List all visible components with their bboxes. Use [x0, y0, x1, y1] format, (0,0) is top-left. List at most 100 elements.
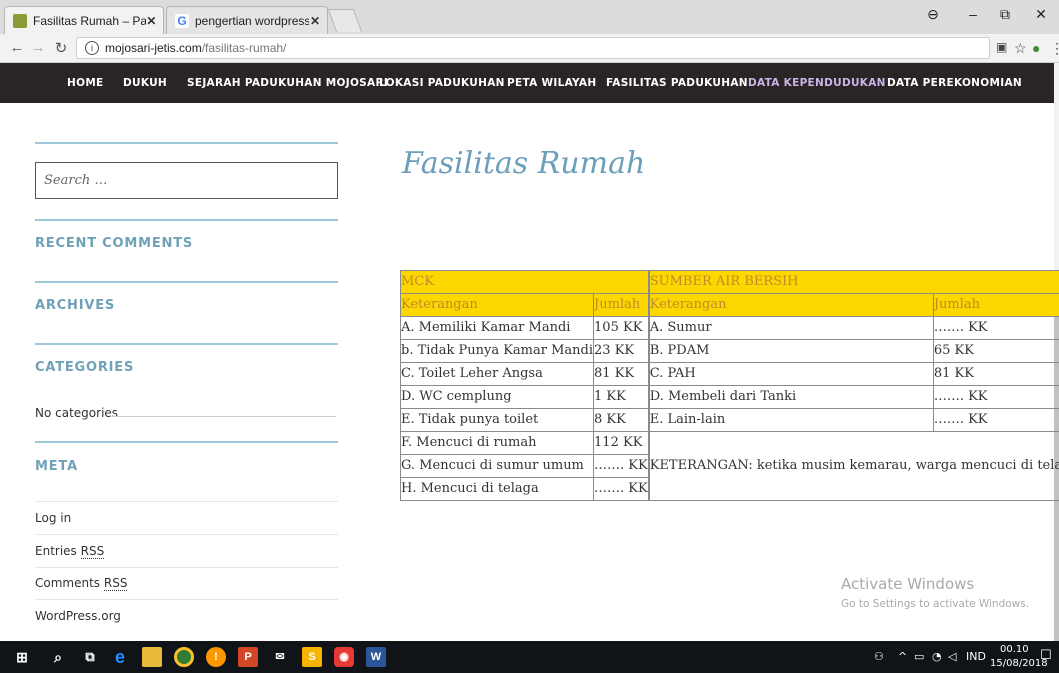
- back-arrow-icon[interactable]: ←: [8, 39, 26, 56]
- rss-abbr: RSS: [80, 544, 105, 559]
- people-icon[interactable]: ⚇: [874, 650, 884, 663]
- nav-data-kependudukan[interactable]: DATA KEPENDUDUKAN: [748, 77, 886, 89]
- table-row: C. Toilet Leher Angsa 81 KK C. PAH 81 KK: [399, 362, 1059, 386]
- comments-rss-link[interactable]: Comments RSS: [35, 576, 128, 591]
- task-view-icon[interactable]: ⧉: [80, 647, 100, 667]
- air-jml: ……. KK: [932, 408, 1059, 432]
- entries-rss-label: Entries: [35, 544, 81, 558]
- clock-date[interactable]: 15/08/2018: [990, 658, 1048, 669]
- url-input[interactable]: i mojosari-jetis.com/fasilitas-rumah/: [76, 37, 990, 59]
- table-row: b. Tidak Punya Kamar Mandi 23 KK B. PDAM…: [399, 339, 1059, 363]
- divider: [35, 534, 338, 535]
- new-tab-button[interactable]: [327, 9, 363, 32]
- activate-windows-title: Activate Windows: [841, 575, 975, 593]
- mck-ket: E. Tidak punya toilet: [399, 408, 595, 432]
- categories-heading: CATEGORIES: [35, 360, 135, 375]
- facility-table: MCK SUMBER AIR BERSIH Keterangan Jumlah …: [399, 270, 1059, 501]
- edge-browser-icon[interactable]: e: [110, 647, 130, 667]
- address-bar-row: ← → ↻ i mojosari-jetis.com/fasilitas-rum…: [0, 34, 1059, 63]
- site-navigation: HOME DUKUH SEJARAH PADUKUHAN MOJOSARI LO…: [0, 63, 1054, 103]
- mck-jml: 1 KK: [593, 385, 649, 409]
- login-link[interactable]: Log in: [35, 511, 71, 525]
- divider: [35, 343, 338, 345]
- menu-kebab-icon[interactable]: ⋮: [1050, 40, 1059, 57]
- info-icon[interactable]: i: [85, 41, 99, 55]
- wifi-icon[interactable]: ◔: [932, 650, 942, 663]
- sublime-icon[interactable]: S: [302, 647, 322, 667]
- tab-pengertian-wordpress[interactable]: G pengertian wordpress - P ✕: [166, 6, 328, 34]
- search-input[interactable]: Search …: [35, 162, 338, 199]
- table-row: A. Memiliki Kamar Mandi 105 KK A. Sumur …: [399, 316, 1059, 340]
- divider: [35, 219, 338, 221]
- reload-icon[interactable]: ↻: [52, 39, 70, 57]
- nav-dukuh[interactable]: DUKUH: [123, 77, 167, 89]
- no-categories-text: No categories: [35, 406, 119, 420]
- keterangan-note: KETERANGAN: ketika musim kemarau, warga …: [648, 431, 1059, 501]
- close-window-button[interactable]: ✕: [1026, 6, 1056, 23]
- close-tab-icon[interactable]: ✕: [309, 14, 321, 28]
- air-jml: ……. KK: [932, 316, 1059, 340]
- tab-fasilitas-rumah[interactable]: Fasilitas Rumah – Paduku ✕: [4, 6, 164, 34]
- archives-heading: ARCHIVES: [35, 298, 116, 313]
- notification-icon[interactable]: ☐: [1040, 648, 1052, 663]
- wordpress-org-link[interactable]: WordPress.org: [35, 609, 121, 623]
- mck-jml: 112 KK: [593, 431, 649, 455]
- mck-jml: ……. KK: [593, 454, 649, 478]
- air-ket: B. PDAM: [648, 339, 934, 363]
- table-row: Keterangan Jumlah Keterangan Jumlah: [399, 293, 1059, 501]
- google-icon: G: [175, 13, 189, 28]
- mck-jml: 23 KK: [593, 339, 649, 363]
- divider: [110, 416, 336, 417]
- divider: [35, 441, 338, 443]
- rss-abbr: RSS: [103, 576, 128, 591]
- close-tab-icon[interactable]: ✕: [146, 14, 157, 28]
- table-row: E. Tidak punya toilet 8 KK E. Lain-lain …: [399, 408, 1059, 432]
- mck-title-cell: MCK: [400, 270, 649, 294]
- chevron-up-icon[interactable]: ^: [898, 650, 907, 663]
- forward-arrow-icon[interactable]: →: [29, 39, 47, 56]
- page-title: Fasilitas Rumah: [402, 146, 646, 181]
- maximize-button[interactable]: ⧉: [990, 6, 1020, 23]
- meta-heading: META: [35, 459, 78, 474]
- volume-icon[interactable]: ◁: [948, 650, 956, 663]
- air-header-jumlah: Jumlah: [932, 293, 1059, 317]
- powerpoint-icon[interactable]: P: [238, 647, 258, 667]
- language-indicator[interactable]: IND: [966, 650, 986, 663]
- mck-jml: ……. KK: [593, 477, 649, 501]
- nav-lokasi[interactable]: LOKASI PADUKUHAN: [379, 77, 505, 89]
- word-icon[interactable]: W: [366, 647, 386, 667]
- translate-icon[interactable]: ▣: [996, 40, 1007, 54]
- windows-start-icon[interactable]: ⊞: [12, 647, 32, 667]
- nav-sejarah[interactable]: SEJARAH PADUKUHAN MOJOSARI: [187, 77, 388, 89]
- bookmark-star-icon[interactable]: ☆: [1014, 40, 1027, 57]
- mail-icon[interactable]: ✉: [270, 647, 290, 667]
- mck-ket: G. Mencuci di sumur umum: [399, 454, 595, 478]
- divider: [35, 567, 338, 568]
- clock-time[interactable]: 00.10: [1000, 644, 1029, 655]
- air-jml-value: ……. KK: [933, 320, 988, 335]
- nav-home[interactable]: HOME: [67, 77, 104, 89]
- mck-jml: 81 KK: [593, 362, 649, 386]
- search-icon[interactable]: ⌕: [48, 647, 68, 667]
- file-explorer-icon[interactable]: [142, 647, 162, 667]
- nav-fasilitas[interactable]: FASILITAS PADUKUHAN: [606, 77, 748, 89]
- divider: [35, 501, 338, 502]
- app-icon[interactable]: ◉: [334, 647, 354, 667]
- air-header-keterangan: Keterangan: [648, 293, 934, 317]
- entries-rss-link[interactable]: Entries RSS: [35, 544, 105, 559]
- air-jml: 65 KK: [932, 339, 1059, 363]
- account-icon[interactable]: ⊖: [918, 6, 948, 23]
- chrome-icon[interactable]: [174, 647, 194, 667]
- nav-data-perekonomian[interactable]: DATA PEREKONOMIAN: [887, 77, 1022, 89]
- url-path: /fasilitas-rumah/: [201, 41, 287, 55]
- minimize-button[interactable]: –: [958, 6, 988, 22]
- nav-peta-wilayah[interactable]: PETA WILAYAH: [507, 77, 596, 89]
- tab-title: pengertian wordpress - P: [195, 13, 310, 28]
- battery-icon[interactable]: ▭: [914, 650, 924, 663]
- extension-icon[interactable]: ●: [1032, 40, 1040, 56]
- warning-app-icon[interactable]: !: [206, 647, 226, 667]
- air-ket: A. Sumur: [648, 316, 934, 340]
- site-favicon-icon: [13, 13, 27, 28]
- mck-header-keterangan: Keterangan: [399, 293, 595, 317]
- air-ket: E. Lain-lain: [648, 408, 934, 432]
